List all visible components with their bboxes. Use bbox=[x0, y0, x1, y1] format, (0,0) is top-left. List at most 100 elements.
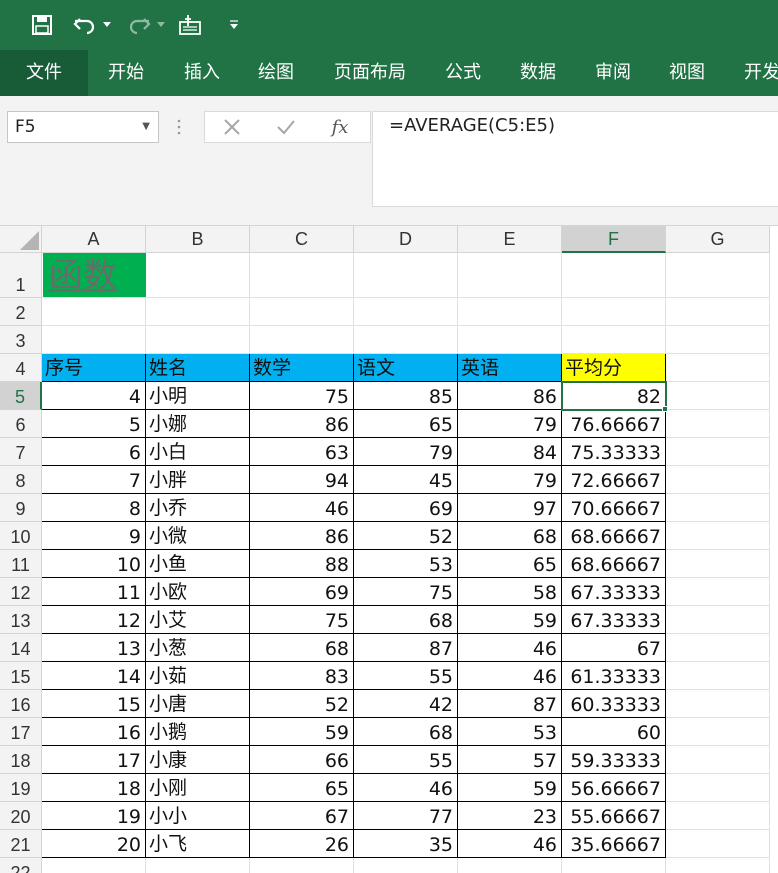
tab-draw[interactable]: 绘图 bbox=[258, 50, 294, 96]
cell-f13[interactable]: 67.33333 bbox=[562, 606, 666, 634]
cell-c9[interactable]: 46 bbox=[250, 494, 354, 522]
tab-page-layout[interactable]: 页面布局 bbox=[334, 50, 406, 96]
cell-g21[interactable] bbox=[666, 830, 770, 858]
cell-d22[interactable] bbox=[354, 858, 458, 873]
cell-b20[interactable]: 小小 bbox=[146, 802, 250, 830]
cell-d11[interactable]: 53 bbox=[354, 550, 458, 578]
cell-d2[interactable] bbox=[354, 298, 458, 326]
cell-d15[interactable]: 55 bbox=[354, 662, 458, 690]
row-header-18[interactable]: 18 bbox=[0, 746, 42, 774]
row-header-19[interactable]: 19 bbox=[0, 774, 42, 802]
row-header-16[interactable]: 16 bbox=[0, 690, 42, 718]
tab-home[interactable]: 开始 bbox=[108, 50, 144, 96]
insert-function-icon[interactable]: fx bbox=[327, 112, 353, 142]
row-header-10[interactable]: 10 bbox=[0, 522, 42, 550]
save-icon[interactable] bbox=[28, 10, 56, 40]
cell-a6[interactable]: 5 bbox=[42, 410, 146, 438]
cell-g3[interactable] bbox=[666, 326, 770, 354]
cell-c11[interactable]: 88 bbox=[250, 550, 354, 578]
cell-b12[interactable]: 小欧 bbox=[146, 578, 250, 606]
drag-handle-icon[interactable] bbox=[176, 118, 182, 138]
row-header-13[interactable]: 13 bbox=[0, 606, 42, 634]
cell-f14[interactable]: 67 bbox=[562, 634, 666, 662]
cell-c8[interactable]: 94 bbox=[250, 466, 354, 494]
cell-b11[interactable]: 小鱼 bbox=[146, 550, 250, 578]
cell-b22[interactable] bbox=[146, 858, 250, 873]
cell-e4[interactable]: 英语 bbox=[458, 354, 562, 382]
cell-e11[interactable]: 65 bbox=[458, 550, 562, 578]
cell-f10[interactable]: 68.66667 bbox=[562, 522, 666, 550]
cell-g11[interactable] bbox=[666, 550, 770, 578]
cell-d7[interactable]: 79 bbox=[354, 438, 458, 466]
chevron-down-icon[interactable]: ▼ bbox=[142, 112, 150, 142]
cell-c22[interactable] bbox=[250, 858, 354, 873]
cell-e18[interactable]: 57 bbox=[458, 746, 562, 774]
cell-d6[interactable]: 65 bbox=[354, 410, 458, 438]
row-header-22[interactable]: 22 bbox=[0, 858, 42, 873]
cell-b17[interactable]: 小鹅 bbox=[146, 718, 250, 746]
formula-input[interactable]: =AVERAGE(C5:E5) bbox=[372, 111, 778, 207]
cell-g4[interactable] bbox=[666, 354, 770, 382]
cell-g14[interactable] bbox=[666, 634, 770, 662]
cell-f5[interactable]: 82 bbox=[562, 382, 666, 410]
cell-f6[interactable]: 76.66667 bbox=[562, 410, 666, 438]
title-cell[interactable]: 函数 bbox=[43, 253, 146, 297]
cell-a15[interactable]: 14 bbox=[42, 662, 146, 690]
cell-e17[interactable]: 53 bbox=[458, 718, 562, 746]
cell-c3[interactable] bbox=[250, 326, 354, 354]
column-header-b[interactable]: B bbox=[146, 226, 250, 253]
cell-b18[interactable]: 小康 bbox=[146, 746, 250, 774]
cell-g9[interactable] bbox=[666, 494, 770, 522]
undo-icon[interactable] bbox=[70, 10, 100, 40]
cell-a16[interactable]: 15 bbox=[42, 690, 146, 718]
cell-a4[interactable]: 序号 bbox=[42, 354, 146, 382]
cell-b13[interactable]: 小艾 bbox=[146, 606, 250, 634]
cell-d19[interactable]: 46 bbox=[354, 774, 458, 802]
cell-e14[interactable]: 46 bbox=[458, 634, 562, 662]
cell-d4[interactable]: 语文 bbox=[354, 354, 458, 382]
cell-d14[interactable]: 87 bbox=[354, 634, 458, 662]
row-header-9[interactable]: 9 bbox=[0, 494, 42, 522]
tab-insert[interactable]: 插入 bbox=[184, 50, 220, 96]
cell-g18[interactable] bbox=[666, 746, 770, 774]
cell-f2[interactable] bbox=[562, 298, 666, 326]
touch-mode-icon[interactable] bbox=[176, 10, 206, 40]
cell-f17[interactable]: 60 bbox=[562, 718, 666, 746]
cell-e6[interactable]: 79 bbox=[458, 410, 562, 438]
cell-d16[interactable]: 42 bbox=[354, 690, 458, 718]
row-header-3[interactable]: 3 bbox=[0, 326, 42, 354]
cell-e19[interactable]: 59 bbox=[458, 774, 562, 802]
cell-a8[interactable]: 7 bbox=[42, 466, 146, 494]
cell-c17[interactable]: 59 bbox=[250, 718, 354, 746]
cell-a14[interactable]: 13 bbox=[42, 634, 146, 662]
cell-e20[interactable]: 23 bbox=[458, 802, 562, 830]
cell-e21[interactable]: 46 bbox=[458, 830, 562, 858]
cell-d12[interactable]: 75 bbox=[354, 578, 458, 606]
cell-g17[interactable] bbox=[666, 718, 770, 746]
row-header-15[interactable]: 15 bbox=[0, 662, 42, 690]
cell-c14[interactable]: 68 bbox=[250, 634, 354, 662]
cell-a7[interactable]: 6 bbox=[42, 438, 146, 466]
cell-c1[interactable] bbox=[250, 253, 354, 298]
cell-f1[interactable] bbox=[562, 253, 666, 298]
cell-b19[interactable]: 小刚 bbox=[146, 774, 250, 802]
cell-a17[interactable]: 16 bbox=[42, 718, 146, 746]
tab-data[interactable]: 数据 bbox=[520, 50, 556, 96]
cell-c7[interactable]: 63 bbox=[250, 438, 354, 466]
row-header-7[interactable]: 7 bbox=[0, 438, 42, 466]
cell-f8[interactable]: 72.66667 bbox=[562, 466, 666, 494]
column-header-e[interactable]: E bbox=[458, 226, 562, 253]
cell-b15[interactable]: 小茹 bbox=[146, 662, 250, 690]
row-header-12[interactable]: 12 bbox=[0, 578, 42, 606]
cell-c4[interactable]: 数学 bbox=[250, 354, 354, 382]
cell-e3[interactable] bbox=[458, 326, 562, 354]
cell-e22[interactable] bbox=[458, 858, 562, 873]
cell-g22[interactable] bbox=[666, 858, 770, 873]
cell-e13[interactable]: 59 bbox=[458, 606, 562, 634]
cell-a13[interactable]: 12 bbox=[42, 606, 146, 634]
tab-formulas[interactable]: 公式 bbox=[445, 50, 481, 96]
cell-b14[interactable]: 小葱 bbox=[146, 634, 250, 662]
cell-f4[interactable]: 平均分 bbox=[562, 354, 666, 382]
cell-f22[interactable] bbox=[562, 858, 666, 873]
column-header-c[interactable]: C bbox=[250, 226, 354, 253]
